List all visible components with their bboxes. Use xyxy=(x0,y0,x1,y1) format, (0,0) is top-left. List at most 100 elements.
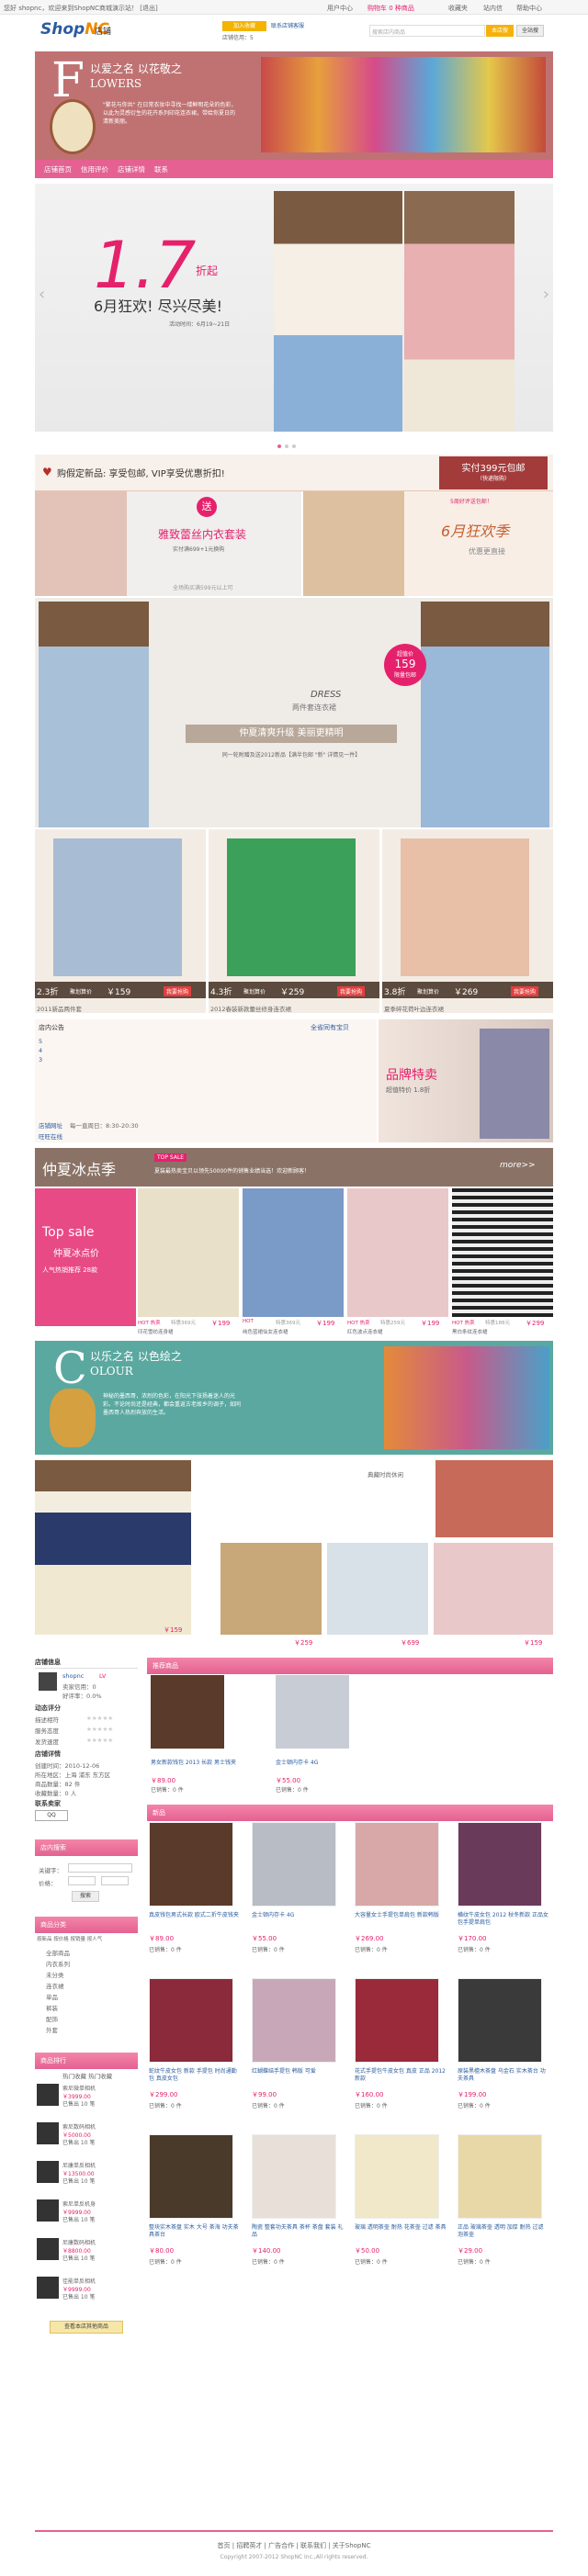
goods-card[interactable]: 真皮钱包男式长款 欧式二折牛皮钱夹 ￥89.00 已销售：0 件 xyxy=(147,1822,243,1974)
rec-card[interactable]: 金士顿内存卡 4G ￥55.00 已销售：0 件 xyxy=(276,1675,368,1794)
buy-button[interactable]: 我要抢购 xyxy=(337,986,366,996)
goods-name[interactable]: 红蝴蝶结手提包 韩版 可爱 xyxy=(252,2068,344,2075)
top-sale-panel[interactable]: Top sale 仲夏冰点价 人气热销推荐 28款 xyxy=(35,1188,136,1326)
sale-card[interactable]: HOT 热卖 特惠259元 ￥199 红色波点连衣裙 xyxy=(347,1188,448,1335)
sidebar-search-button[interactable]: 搜索 xyxy=(72,1891,99,1902)
more-link[interactable]: more>> xyxy=(500,1161,536,1170)
goods-name[interactable]: 陶瓷 整套功夫茶具 茶杯 茶盘 套装 礼品 xyxy=(252,2224,344,2239)
site-search-button[interactable]: 全站搜 xyxy=(516,25,544,37)
category-item[interactable]: 全部商品 xyxy=(46,1948,70,1957)
goods-card[interactable]: 整块实木茶盘 实木 大号 茶海 功夫茶具茶台 ￥80.00 已销售：0 件 xyxy=(147,2134,243,2287)
lower-model-large[interactable] xyxy=(35,1460,191,1635)
nav-home[interactable]: 店铺首页 xyxy=(44,164,72,174)
sort-options[interactable]: 按新品 按价格 按销量 按人气 xyxy=(37,1935,102,1942)
notice-item[interactable]: 3 xyxy=(39,1056,42,1063)
notice-item[interactable]: 4 xyxy=(39,1047,42,1054)
goods-image[interactable] xyxy=(252,2134,336,2219)
product-card[interactable]: 3.8折 聚划算价 ￥269 我要抢购 夏季碎花荷叶边连衣裙 xyxy=(382,829,553,1013)
qq-contact-button[interactable]: QQ xyxy=(35,1810,68,1821)
goods-name[interactable]: 金士顿内存卡 4G xyxy=(252,1912,344,1919)
product-name[interactable]: 2011新品两件套 xyxy=(37,1004,82,1013)
slider-dots[interactable] xyxy=(276,442,298,450)
lace-promo[interactable]: 送 雅致蕾丝内衣套装 实付满699+1元换购 全场购买满599元以上可 xyxy=(35,491,301,596)
product-name[interactable]: 2012春装新款蕾丝修身连衣裙 xyxy=(210,1004,291,1013)
brand-sale[interactable]: 品牌特卖 超值特价 1.8折 xyxy=(379,1019,553,1142)
goods-name[interactable]: 整块实木茶盘 实木 大号 茶海 功夫茶具茶台 xyxy=(149,2224,241,2239)
product-name[interactable]: 夏季碎花荷叶边连衣裙 xyxy=(384,1004,444,1013)
goods-name[interactable]: 横纹牛皮女包 2012 秋冬新款 正品女包手提单肩包 xyxy=(458,1912,549,1927)
buy-button[interactable]: 我要抢购 xyxy=(511,986,539,996)
category-item[interactable]: 连衣裙 xyxy=(46,1981,64,1990)
goods-name[interactable]: 真皮钱包男式长款 欧式二折牛皮钱夹 xyxy=(149,1912,241,1919)
goods-image[interactable] xyxy=(458,1978,542,2063)
goods-image[interactable] xyxy=(149,2134,233,2219)
wangwang-link[interactable]: 旺旺在线 xyxy=(39,1131,62,1141)
more-goods-button[interactable]: 查看本店其他商品 xyxy=(50,2321,123,2334)
goods-image[interactable] xyxy=(149,1978,233,2063)
goods-card[interactable]: 横纹牛皮女包 2012 秋冬新款 正品女包手提单肩包 ￥170.00 已销售：0 件 xyxy=(456,1822,551,1974)
goods-image[interactable] xyxy=(149,1822,233,1907)
lower-model[interactable] xyxy=(434,1543,553,1635)
seller-name[interactable]: shopnc xyxy=(62,1672,84,1680)
buy-button[interactable]: 我要抢购 xyxy=(164,986,192,996)
goods-name[interactable]: 正品 玻璃茶壶 透明 加厚 耐热 过滤 泡茶壶 xyxy=(458,2224,549,2239)
june-promo[interactable]: 5周好评送包邮！ 6月狂欢季 优惠更直接 xyxy=(303,491,553,596)
lower-model[interactable] xyxy=(327,1543,428,1635)
price-min-input[interactable] xyxy=(68,1876,96,1885)
goods-name[interactable]: 花式手提包牛皮女包 真皮 正品 2012 新款 xyxy=(355,2068,447,2083)
category-item[interactable]: 配饰 xyxy=(46,2014,58,2023)
category-item[interactable]: 内衣系列 xyxy=(46,1959,70,1968)
goods-card[interactable]: 陶瓷 整套功夫茶具 茶杯 茶盘 套装 礼品 ￥140.00 已销售：0 件 xyxy=(250,2134,345,2287)
product-card[interactable]: 4.3折 聚划算价 ￥259 我要抢购 2012春装新款蕾丝修身连衣裙 xyxy=(209,829,379,1013)
cart-link[interactable]: 购物车 0 种商品 xyxy=(368,4,414,13)
category-item[interactable]: 单品 xyxy=(46,1992,58,2001)
sale-card[interactable]: HOT 热卖 特惠369元 ￥199 印花雪纺连身裙 xyxy=(138,1188,239,1335)
category-item[interactable]: 外套 xyxy=(46,2025,58,2034)
message-link[interactable]: 站内信 xyxy=(483,4,503,13)
sale-card[interactable]: HOT 热卖 特惠188元 ￥299 黑白条纹连衣裙 xyxy=(452,1188,553,1335)
goods-image[interactable] xyxy=(252,1978,336,2063)
goods-card[interactable]: 正品 玻璃茶壶 透明 加厚 耐热 过滤 泡茶壶 ￥29.00 已销售：0 件 xyxy=(456,2134,551,2287)
goods-name[interactable]: 大容量女士手提包单肩包 新款韩版 xyxy=(355,1912,447,1919)
nav-contact[interactable]: 联系 xyxy=(154,164,168,174)
rank-item-name[interactable]: 索尼单反机身 xyxy=(62,2199,96,2208)
keyword-input[interactable] xyxy=(68,1863,132,1873)
goods-card[interactable]: 原装黑檀木茶盘 乌金石 实木茶台 功夫茶具 ￥199.00 已销售：0 件 xyxy=(456,1978,551,2131)
footer-links[interactable]: 首页 | 招聘英才 | 广告合作 | 联系我们 | 关于ShopNC xyxy=(35,2541,553,2550)
rank-item-name[interactable]: 索尼数码相机 xyxy=(62,2122,96,2131)
product-card[interactable]: 2.3折 聚划算价 ￥159 我要抢购 2011新品两件套 xyxy=(35,829,206,1013)
add-fav-button[interactable]: 加入收藏 xyxy=(222,21,266,31)
goods-card[interactable]: 金士顿内存卡 4G ￥55.00 已销售：0 件 xyxy=(250,1822,345,1974)
rank-item-name[interactable]: 佳能单反相机 xyxy=(62,2277,96,2285)
goods-image[interactable] xyxy=(355,1822,439,1907)
store-url-link[interactable]: 店铺网址 xyxy=(39,1120,62,1130)
lower-model[interactable] xyxy=(220,1543,322,1635)
notice-item[interactable]: 5 xyxy=(39,1038,42,1045)
goods-image[interactable] xyxy=(355,1978,439,2063)
goods-image[interactable] xyxy=(458,2134,542,2219)
goods-image[interactable] xyxy=(458,1822,542,1907)
nav-rating[interactable]: 信用评价 xyxy=(81,164,108,174)
goods-card[interactable]: 大容量女士手提包单肩包 新款韩版 ￥269.00 已销售：0 件 xyxy=(353,1822,448,1974)
nav-detail[interactable]: 店铺详情 xyxy=(118,164,145,174)
category-item[interactable]: 未分类 xyxy=(46,1970,64,1979)
fav-link[interactable]: 收藏夹 xyxy=(448,4,468,13)
goods-image[interactable] xyxy=(252,1822,336,1907)
user-center-link[interactable]: 用户中心 xyxy=(327,4,353,13)
goods-name[interactable]: 玻璃 透明茶壶 耐热 花茶壶 过滤 茶具 xyxy=(355,2224,447,2232)
goods-image[interactable] xyxy=(355,2134,439,2219)
search-input[interactable]: 搜索店内商品 xyxy=(369,25,485,37)
goods-name[interactable]: 蛇纹牛皮女包 新款 手提包 时尚通勤包 真皮女包 xyxy=(149,2068,241,2083)
rank-item-name[interactable]: 尼康单反相机 xyxy=(62,2161,96,2169)
goods-card[interactable]: 花式手提包牛皮女包 真皮 正品 2012 新款 ￥160.00 已销售：0 件 xyxy=(353,1978,448,2131)
next-arrow-icon[interactable]: › xyxy=(543,285,549,304)
store-search-button[interactable]: 本店搜 xyxy=(486,25,514,37)
help-link[interactable]: 帮助中心 xyxy=(516,4,542,13)
rank-item-name[interactable]: 索尼微单相机 xyxy=(62,2084,96,2092)
sale-card[interactable]: HOT 特惠369元 ￥199 纯色蓝裙仙女连衣裙 xyxy=(243,1188,344,1335)
goods-card[interactable]: 蛇纹牛皮女包 新款 手提包 时尚通勤包 真皮女包 ￥299.00 已销售：0 件 xyxy=(147,1978,243,2131)
price-max-input[interactable] xyxy=(101,1876,129,1885)
goods-name[interactable]: 原装黑檀木茶盘 乌金石 实木茶台 功夫茶具 xyxy=(458,2068,549,2083)
contact-service-link[interactable]: 联系店铺客服 xyxy=(271,21,304,29)
dress-set-banner[interactable]: 超值价 159 限量包邮 DRESS 两件套连衣裙 仲夏清爽升级 美丽更精明 同… xyxy=(35,598,553,827)
